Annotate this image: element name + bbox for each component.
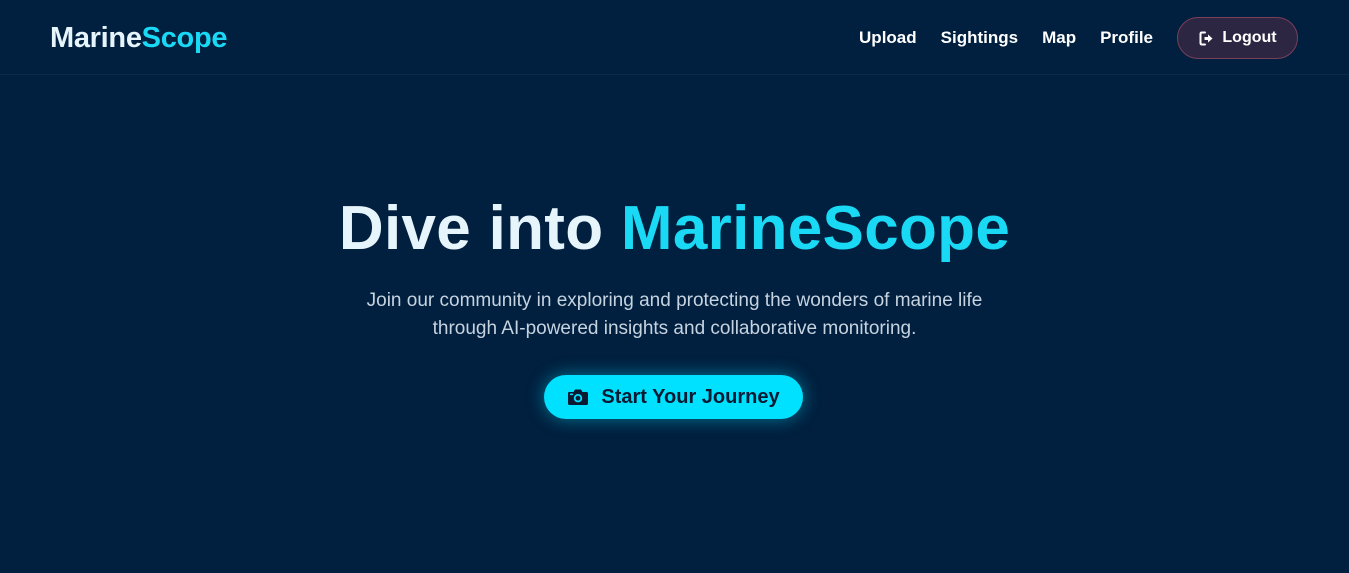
navbar: MarineScope Upload Sightings Map Profile…: [0, 0, 1349, 75]
camera-icon: [567, 387, 589, 407]
brand-logo-part1: Marine: [50, 22, 142, 54]
hero-subtitle-line1: Join our community in exploring and prot…: [366, 290, 983, 311]
hero-subtitle-line2: through AI-powered insights and collabor…: [432, 318, 917, 339]
logout-icon: [1198, 30, 1215, 47]
hero-subtitle: Join our community in exploring and prot…: [0, 287, 1349, 343]
nav-links: Upload Sightings Map Profile Logout: [859, 17, 1298, 59]
logout-button[interactable]: Logout: [1177, 17, 1298, 59]
brand-logo[interactable]: MarineScope: [50, 20, 228, 56]
page: MarineScope Upload Sightings Map Profile…: [0, 0, 1349, 573]
hero-title-part2: MarineScope: [620, 194, 1011, 263]
nav-link-map[interactable]: Map: [1042, 17, 1076, 59]
nav-link-sightings[interactable]: Sightings: [941, 17, 1018, 59]
brand-logo-part2: Scope: [141, 22, 228, 54]
hero-title-part1: Dive into: [338, 194, 604, 263]
nav-link-upload[interactable]: Upload: [859, 17, 917, 59]
logout-label: Logout: [1222, 29, 1277, 46]
start-journey-button[interactable]: Start Your Journey: [544, 375, 803, 419]
nav-link-profile[interactable]: Profile: [1100, 17, 1153, 59]
start-journey-label: Start Your Journey: [601, 385, 780, 408]
hero-title: Dive into MarineScope: [0, 191, 1349, 267]
